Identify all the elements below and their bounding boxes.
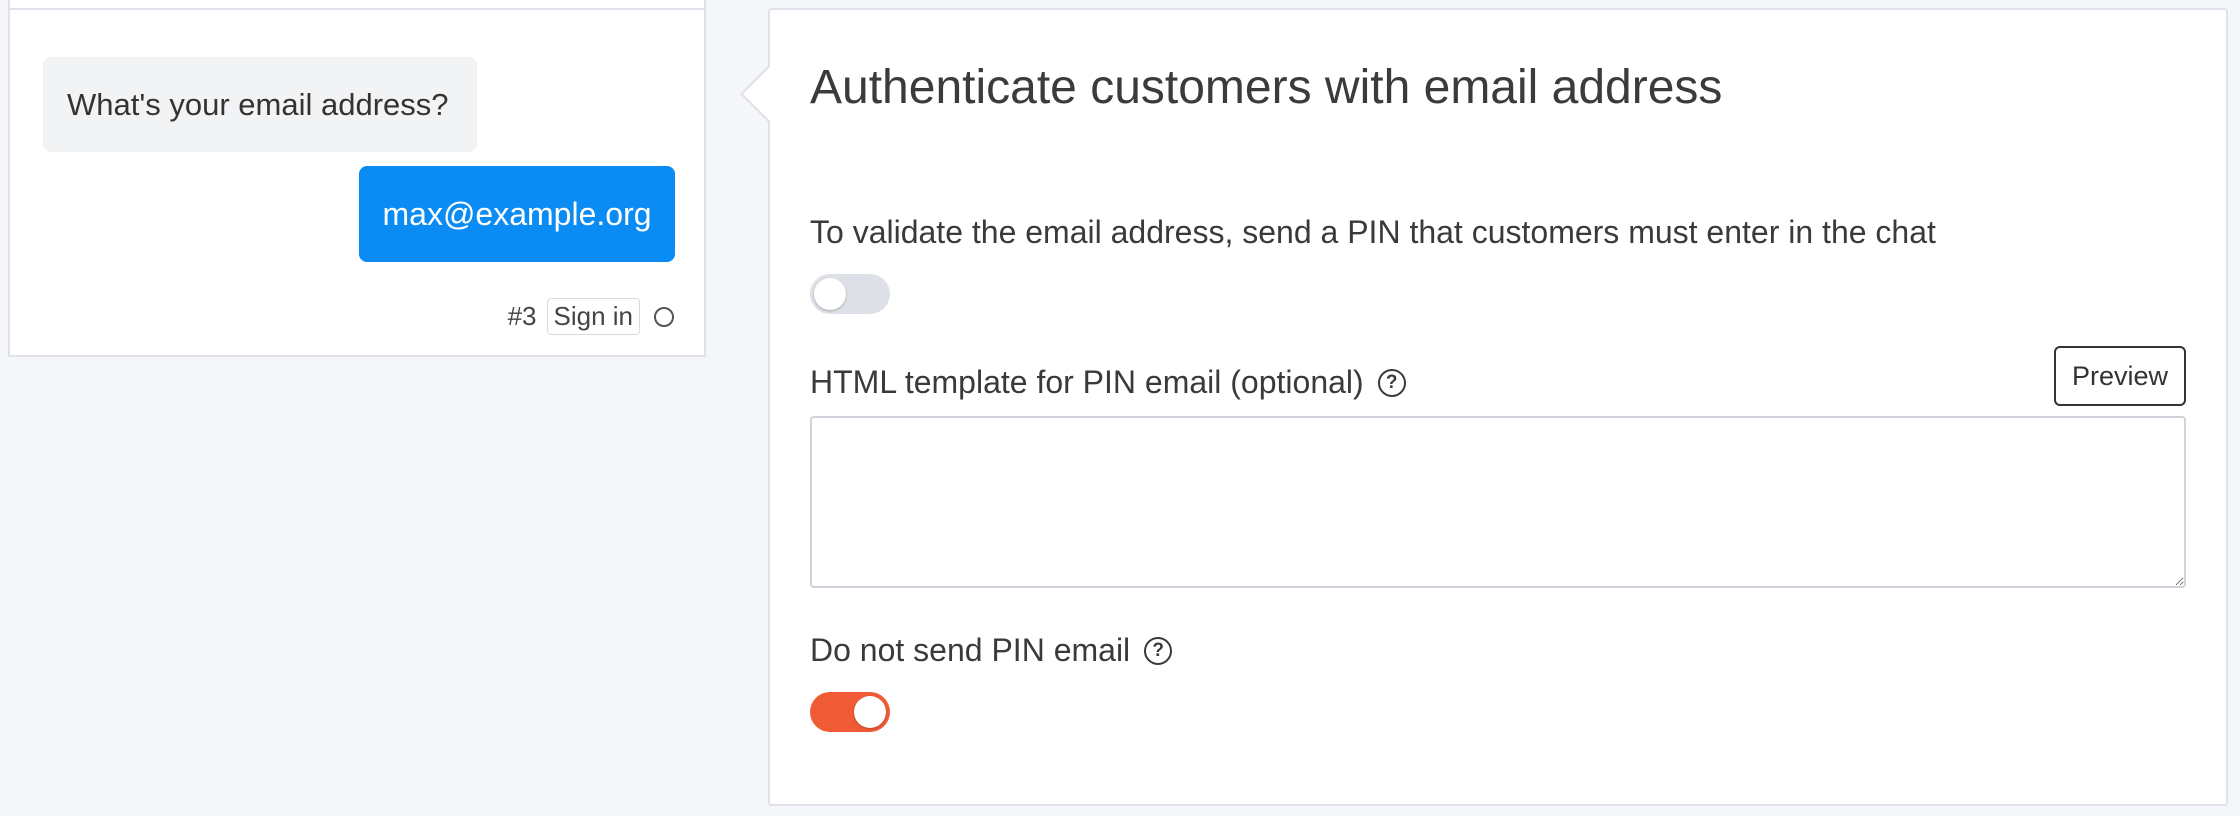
status-circle-icon: [654, 306, 674, 327]
bot-message-bubble: What's your email address?: [43, 57, 477, 152]
template-label-text: HTML template for PIN email (optional): [810, 364, 1364, 400]
validate-pin-toggle[interactable]: [810, 274, 890, 314]
user-message-bubble: max@example.org: [359, 166, 675, 262]
html-template-textarea[interactable]: [810, 416, 2186, 588]
chat-divider: [10, 8, 704, 10]
user-message-text: max@example.org: [382, 195, 652, 232]
step-tag-sign-in[interactable]: Sign in: [546, 298, 640, 335]
toggle-knob: [814, 278, 846, 310]
toggle-knob: [854, 696, 886, 728]
step-number: #3: [507, 301, 537, 331]
settings-card: Authenticate customers with email addres…: [768, 8, 2228, 806]
question-circle-icon[interactable]: ?: [1377, 368, 1406, 397]
validate-pin-label: To validate the email address, send a PI…: [810, 214, 1936, 251]
validate-pin-label-text: To validate the email address, send a PI…: [810, 214, 1936, 250]
preview-button[interactable]: Preview: [2054, 346, 2186, 406]
no-pin-label: Do not send PIN email ?: [810, 632, 1173, 669]
card-pointer: [743, 66, 771, 122]
bot-message-text: What's your email address?: [67, 86, 449, 122]
no-pin-label-text: Do not send PIN email: [810, 632, 1131, 668]
chat-preview-card: What's your email address? max@example.o…: [8, 0, 706, 357]
chat-step-meta: #3 Sign in: [508, 298, 674, 335]
no-pin-email-toggle[interactable]: [810, 692, 890, 732]
question-circle-icon[interactable]: ?: [1144, 636, 1173, 665]
template-label: HTML template for PIN email (optional) ?: [810, 364, 1406, 401]
page-title: Authenticate customers with email addres…: [810, 61, 1723, 114]
